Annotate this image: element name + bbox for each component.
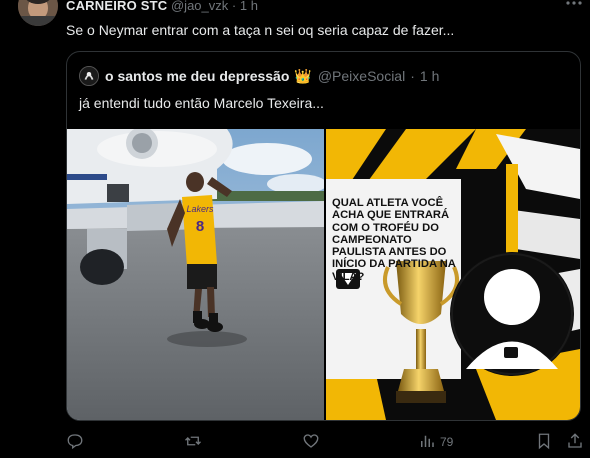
share-button[interactable] xyxy=(566,430,584,454)
tweet-time[interactable]: 1 h xyxy=(240,0,258,13)
quoted-author-handle[interactable]: @PeixeSocial xyxy=(318,68,405,84)
views-count: 79 xyxy=(440,435,454,449)
tweet-action-bar: 79 xyxy=(66,430,582,454)
photo-santos-graphic[interactable]: QUAL ATLETA VOCÊ ACHA QUE ENTRARÁ COM O … xyxy=(326,129,580,420)
jersey-number: 8 xyxy=(196,218,204,235)
author-handle[interactable]: @jao_vzk xyxy=(171,0,228,13)
quoted-tweet[interactable]: o santos me deu depressão 👑 @PeixeSocial… xyxy=(66,51,581,421)
tweet-header: CARNEIRO STC @jao_vzk · 1 h xyxy=(66,0,258,13)
bookmark-button[interactable] xyxy=(535,430,553,454)
tweet-text: Se o Neymar entrar com a taça n sei oq s… xyxy=(66,22,455,38)
reply-icon xyxy=(66,432,84,453)
author-avatar[interactable] xyxy=(18,0,58,26)
views-icon xyxy=(418,432,436,453)
bookmark-icon xyxy=(535,432,553,453)
quoted-tweet-header: o santos me deu depressão 👑 @PeixeSocial… xyxy=(79,65,439,87)
heart-icon xyxy=(302,432,320,453)
crown-badge-icon: 👑 xyxy=(294,67,312,84)
like-button[interactable] xyxy=(302,430,320,454)
quoted-tweet-text: já entendi tudo então Marcelo Texeira... xyxy=(79,95,324,111)
photo-player-by-jet[interactable]: 8 Lakers xyxy=(67,129,324,420)
retweet-icon xyxy=(184,432,202,453)
quoted-author-name[interactable]: o santos me deu depressão xyxy=(105,68,289,84)
jersey-text: Lakers xyxy=(186,204,214,214)
share-icon xyxy=(566,432,584,453)
separator-dot: · xyxy=(410,68,415,84)
graphic-question-text: QUAL ATLETA VOCÊ ACHA QUE ENTRARÁ COM O … xyxy=(332,197,456,283)
quoted-tweet-time[interactable]: 1 h xyxy=(420,68,439,84)
reply-button[interactable] xyxy=(66,430,84,454)
author-name[interactable]: CARNEIRO STC xyxy=(66,0,167,13)
views-button[interactable]: 79 xyxy=(418,430,453,454)
quoted-author-avatar[interactable] xyxy=(79,66,99,86)
more-options-icon[interactable] xyxy=(565,0,583,14)
retweet-button[interactable] xyxy=(184,430,202,454)
separator-dot: · xyxy=(231,0,237,13)
media-grid: 8 Lakers QUAL ATLETA VOCÊ ACHA QUE ENTRA… xyxy=(67,129,580,420)
